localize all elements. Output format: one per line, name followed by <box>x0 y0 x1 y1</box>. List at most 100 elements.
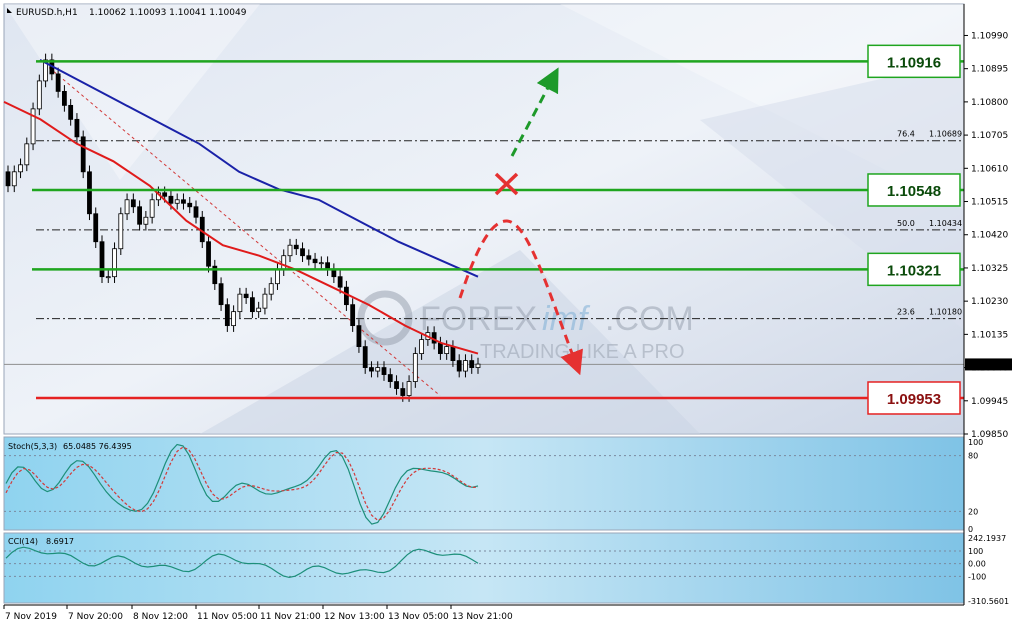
candle-body <box>18 164 23 173</box>
header-ohlc: 1.10062 1.10093 1.10041 1.10049 <box>89 8 247 18</box>
candle-body <box>218 283 224 306</box>
time-tick-label: 13 Nov 05:00 <box>388 612 449 622</box>
candle-body <box>243 293 249 299</box>
price-tick-label: 1.10610 <box>971 164 1008 174</box>
level-label: 1.10321 <box>887 262 941 279</box>
candle-body <box>11 171 17 187</box>
price-tick-label: 1.10515 <box>971 198 1008 208</box>
price-axis: 1.10990 1.10895 1.10800 1.10705 1.10610 1.105… <box>963 4 1012 606</box>
candle-body <box>193 206 199 218</box>
fibonacci-ratio: 50.0 <box>897 219 915 228</box>
candle-body <box>24 143 30 166</box>
stoch-tick-label: 0 <box>968 525 973 534</box>
cci-tick-label: 100 <box>968 547 983 556</box>
candle-body <box>162 192 168 197</box>
level-label: 1.10916 <box>887 54 941 71</box>
time-tick-label: 13 Nov 21:00 <box>452 612 513 622</box>
fibonacci-ratio: 23.6 <box>897 308 915 317</box>
candle-body <box>62 90 67 106</box>
chart-window: FOREX imf .COM TRADING LIKE A PRO EURUSD… <box>0 0 1013 628</box>
price-tick-label: 1.10420 <box>971 231 1008 241</box>
candle-body <box>444 346 450 354</box>
price-tick-label: 1.10990 <box>971 31 1008 41</box>
candle-body <box>5 171 11 187</box>
candle-body <box>437 342 443 354</box>
candle-body <box>475 363 481 368</box>
candle-body <box>463 360 468 372</box>
candle-body <box>174 199 180 204</box>
level-label: 1.10548 <box>887 183 941 200</box>
candle-body <box>137 206 143 225</box>
time-tick-label: 12 Nov 13:00 <box>324 612 385 622</box>
candle-body <box>124 199 130 215</box>
candle-body <box>419 339 425 354</box>
candle-body <box>469 360 475 368</box>
stoch-tick-label: 20 <box>968 507 978 516</box>
candle-body <box>456 360 462 372</box>
candle-body <box>268 283 274 295</box>
header-symbol: EURUSD.h,H1 <box>16 8 78 18</box>
candle-body <box>55 73 61 92</box>
cci-tick-label: 0.00 <box>968 560 986 569</box>
candle-body <box>118 213 124 250</box>
candle-body <box>375 367 381 372</box>
candle-body <box>412 353 418 382</box>
chart-svg: FOREX imf .COM TRADING LIKE A PRO EURUSD… <box>3 3 1012 622</box>
price-tick-label: 1.10800 <box>971 98 1008 108</box>
cci-tick-label: 242.1937 <box>968 534 1006 543</box>
time-tick-label: 7 Nov 2019 <box>5 612 57 622</box>
cci-tick-label: -100 <box>968 572 986 581</box>
candle-body <box>306 255 312 260</box>
fibonacci-ratio: 76.4 <box>897 130 915 139</box>
stoch-tick-label: 100 <box>968 438 983 447</box>
price-tick-label: 1.10325 <box>971 264 1008 274</box>
candle-body <box>406 381 412 396</box>
current-price-label: 1.10049 <box>968 360 1005 370</box>
candle-body <box>312 258 318 264</box>
candle-body <box>36 80 42 110</box>
time-tick-label: 11 Nov 21:00 <box>260 612 321 622</box>
price-tick-label: 1.09945 <box>971 397 1008 407</box>
candle-body <box>112 248 117 278</box>
level-label: 1.09953 <box>887 391 941 408</box>
time-tick-label: 7 Nov 20:00 <box>68 612 123 622</box>
candle-body <box>87 171 92 215</box>
cci-tick-label: -310.5601 <box>968 597 1009 606</box>
candle-body <box>231 311 237 327</box>
fibonacci-price: 1.10180 <box>929 308 962 317</box>
candle-body <box>369 367 374 372</box>
fibonacci-price: 1.10689 <box>929 130 962 139</box>
cci-value: 8.6917 <box>46 537 74 546</box>
candle-body <box>362 346 368 368</box>
candle-body <box>293 244 299 250</box>
candle-body <box>149 199 155 218</box>
stoch-values: 65.0485 76.4395 <box>63 442 132 451</box>
candle-body <box>143 216 149 225</box>
candle-body <box>68 104 74 120</box>
fibonacci-price: 1.10434 <box>929 219 962 228</box>
candle-body <box>181 199 186 204</box>
price-tick-label: 1.10135 <box>971 330 1008 340</box>
candle-body <box>394 381 399 389</box>
candle-body <box>187 202 193 208</box>
candle-body <box>80 136 86 173</box>
candle-body <box>249 297 255 313</box>
candle-body <box>331 269 337 278</box>
candle-body <box>387 374 393 382</box>
candle-body <box>281 255 287 271</box>
candle-body <box>356 325 362 348</box>
candle-body <box>350 304 356 327</box>
price-tick-label: 1.10705 <box>971 131 1008 141</box>
candle-body <box>130 199 136 208</box>
price-tick-label: 1.10895 <box>971 65 1008 75</box>
candle-body <box>237 293 243 313</box>
candle-body <box>300 248 305 257</box>
candle-body <box>206 241 211 267</box>
time-tick-label: 11 Nov 05:00 <box>197 612 258 622</box>
stoch-tick-label: 80 <box>968 452 978 461</box>
stoch-label: Stoch(5,3,3) <box>8 442 57 451</box>
stoch-pane <box>3 436 965 531</box>
candle-body <box>93 213 99 243</box>
candle-body <box>256 307 262 313</box>
candle-body <box>450 346 456 361</box>
